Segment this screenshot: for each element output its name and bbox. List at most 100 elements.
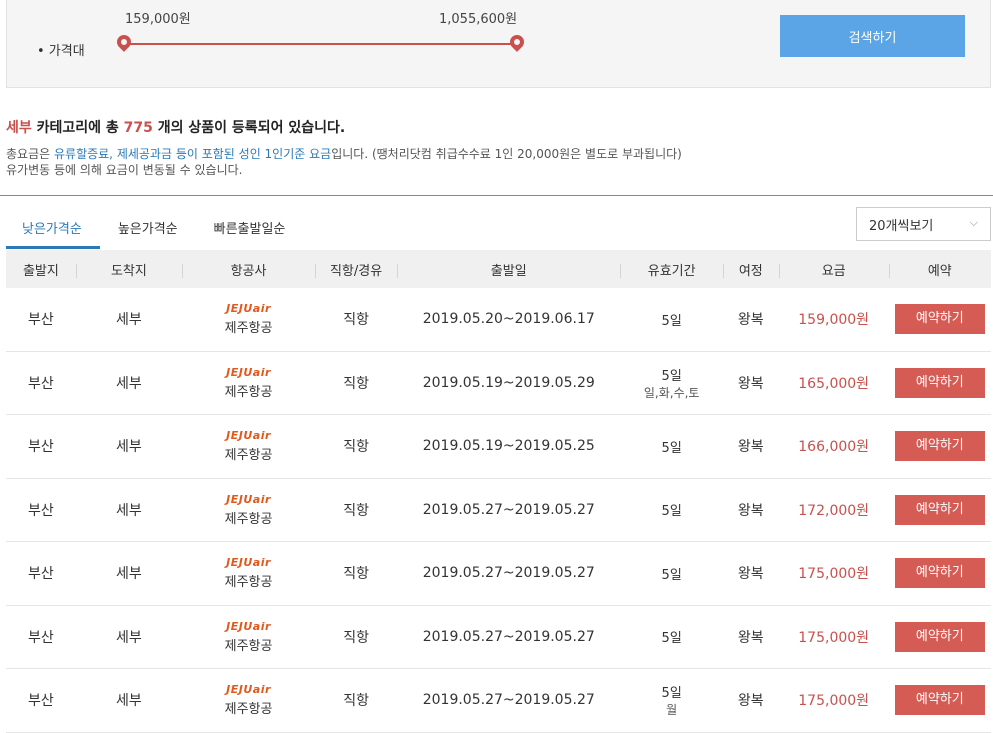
cell-direct: 직항 xyxy=(343,693,369,710)
cell-direct: 직항 xyxy=(343,312,369,329)
cell-validity: 5일 일,화,수,토 xyxy=(620,365,722,401)
cell-direct: 직항 xyxy=(343,629,369,646)
validity-days: 5일 xyxy=(661,368,682,384)
price-change-notice: 유가변동 등에 의해 요금이 변동될 수 있습니다. xyxy=(6,163,243,177)
cell-book: 예약하기 xyxy=(889,304,991,335)
price-max-handle[interactable] xyxy=(507,32,527,52)
cell-airline: JEJUair 제주항공 xyxy=(182,366,315,400)
airline-logo: JEJUair xyxy=(226,492,271,506)
search-button[interactable]: 검색하기 xyxy=(780,15,965,57)
table-row[interactable]: 부산 세부 JEJUair 제주항공 직항 2019.05.27~2019.05.27 5일… xyxy=(6,479,991,542)
price-slider-track[interactable] xyxy=(124,43,517,45)
header-price: 요금 xyxy=(778,260,889,279)
table-row[interactable]: 부산 세부 JEJUair 제주항공 직항 2019.05.19~2019.05.25 5일… xyxy=(6,415,991,479)
results-count-text: 세부 카테고리에 총 775 개의 상품이 등록되어 있습니다. xyxy=(6,118,991,138)
fare-notice: 총요금은 유류할증료, 제세공과금 등이 포함된 성인 1인기준 요금입니다. … xyxy=(6,146,991,162)
airline-logo: JEJUair xyxy=(226,619,271,633)
tab-low-price[interactable]: 낮은가격순 xyxy=(6,214,100,249)
airline-name: 제주항공 xyxy=(224,702,273,718)
validity-weekdays: 일,화,수,토 xyxy=(643,385,700,400)
airline-logo: JEJUair xyxy=(226,302,271,316)
book-button[interactable]: 예약하기 xyxy=(894,685,985,716)
price-min-label: 159,000원 xyxy=(125,12,191,27)
cell-book: 예약하기 xyxy=(889,685,991,716)
cell-validity: 5일 xyxy=(620,564,722,583)
product-count: 775 xyxy=(123,120,153,136)
cell-trip: 왕복 xyxy=(737,566,764,583)
book-button[interactable]: 예약하기 xyxy=(894,558,985,589)
region-name: 세부 xyxy=(6,120,32,136)
airline-logo: JEJUair xyxy=(226,429,271,443)
header-from: 출발지 xyxy=(22,263,59,279)
validity-weekdays: 월 xyxy=(666,703,678,718)
book-button[interactable]: 예약하기 xyxy=(894,494,985,525)
chevron-down-icon: ⌵ xyxy=(969,216,978,229)
cell-trip: 왕복 xyxy=(737,502,764,519)
cell-from: 부산 xyxy=(28,375,54,392)
cell-book: 예약하기 xyxy=(889,431,991,462)
price-min-handle[interactable] xyxy=(114,32,134,52)
cell-dates: 2019.05.27~2019.05.27 xyxy=(422,692,595,709)
cell-to: 세부 xyxy=(116,375,142,392)
book-button[interactable]: 예약하기 xyxy=(894,304,985,335)
table-row[interactable]: 부산 세부 JEJUair 제주항공 직항 2019.05.27~2019.05.27 5일… xyxy=(6,669,991,733)
cell-airline: JEJUair 제주항공 xyxy=(182,556,315,590)
book-button[interactable]: 예약하기 xyxy=(894,367,985,398)
cell-price: 166,000원 xyxy=(798,439,870,456)
tab-high-price[interactable]: 높은가격순 xyxy=(100,214,196,246)
results-summary: 세부 카테고리에 총 775 개의 상품이 등록되어 있습니다. 총요금은 유류… xyxy=(6,118,991,178)
cell-dates: 2019.05.20~2019.06.17 xyxy=(422,311,595,328)
cell-price: 175,000원 xyxy=(798,566,870,583)
price-range-label: • 가격대 xyxy=(37,44,85,59)
fare-notice-pre: 총요금은 xyxy=(6,147,54,161)
cell-validity: 5일 xyxy=(620,500,722,519)
sort-tabs: 낮은가격순 높은가격순 빠른출발일순 xyxy=(6,214,304,249)
header-direct: 직항/경유 xyxy=(315,260,397,279)
summary-text-1: 카테고리에 총 xyxy=(31,120,124,136)
cell-direct: 직항 xyxy=(343,375,369,392)
header-departure: 출발일 xyxy=(397,260,620,279)
cell-book: 예약하기 xyxy=(889,558,991,589)
airline-name: 제주항공 xyxy=(224,511,273,527)
fare-notice-highlight: 유류할증료, 제세공과금 등이 포함된 성인 1인기준 요금 xyxy=(53,147,332,161)
airline-name: 제주항공 xyxy=(224,321,273,337)
table-row[interactable]: 부산 세부 JEJUair 제주항공 직항 2019.05.27~2019.05.27 5일… xyxy=(6,542,991,606)
cell-dates: 2019.05.19~2019.05.29 xyxy=(422,374,595,391)
page-size-value: 20개씩보기 xyxy=(869,218,934,234)
cell-to: 세부 xyxy=(116,566,142,583)
cell-dates: 2019.05.27~2019.05.27 xyxy=(422,501,595,518)
header-to: 도착지 xyxy=(75,260,182,279)
cell-airline: JEJUair 제주항공 xyxy=(182,302,315,336)
airline-logo: JEJUair xyxy=(226,683,271,697)
cell-dates: 2019.05.27~2019.05.27 xyxy=(422,565,595,582)
book-button[interactable]: 예약하기 xyxy=(894,431,985,462)
airline-logo: JEJUair xyxy=(226,365,271,379)
cell-airline: JEJUair 제주항공 xyxy=(182,493,315,527)
validity-days: 5일 xyxy=(661,567,682,583)
cell-trip: 왕복 xyxy=(737,629,764,646)
cell-from: 부산 xyxy=(28,693,54,710)
book-button[interactable]: 예약하기 xyxy=(894,621,985,652)
table-row[interactable]: 부산 세부 JEJUair 제주항공 직항 2019.05.27~2019.05.27 5일… xyxy=(6,606,991,669)
cell-airline: JEJUair 제주항공 xyxy=(182,683,315,717)
cell-from: 부산 xyxy=(28,566,54,583)
cell-dates: 2019.05.19~2019.05.25 xyxy=(422,438,595,455)
cell-price: 159,000원 xyxy=(798,312,870,329)
cell-trip: 왕복 xyxy=(737,693,764,710)
cell-validity: 5일 xyxy=(620,437,722,456)
airline-logo: JEJUair xyxy=(226,556,271,570)
cell-to: 세부 xyxy=(116,439,142,456)
page-size-select[interactable]: 20개씩보기 ⌵ xyxy=(856,207,991,241)
validity-days: 5일 xyxy=(661,631,682,647)
table-row[interactable]: 부산 세부 JEJUair 제주항공 직항 2019.05.19~2019.05.29 5일… xyxy=(6,352,991,415)
table-header: 출발지 도착지 항공사 직항/경유 출발일 유효기간 여정 요금 예약 xyxy=(6,250,991,288)
summary-text-2: 개의 상품이 등록되어 있습니다. xyxy=(152,120,346,136)
cell-dates: 2019.05.27~2019.05.27 xyxy=(422,628,595,645)
cell-from: 부산 xyxy=(28,629,54,646)
validity-days: 5일 xyxy=(661,313,682,329)
cell-to: 세부 xyxy=(116,629,142,646)
tab-early-departure[interactable]: 빠른출발일순 xyxy=(196,214,304,246)
cell-airline: JEJUair 제주항공 xyxy=(182,429,315,463)
cell-airline: JEJUair 제주항공 xyxy=(182,620,315,654)
table-row[interactable]: 부산 세부 JEJUair 제주항공 직항 2019.05.20~2019.06.17 5일… xyxy=(6,288,991,352)
